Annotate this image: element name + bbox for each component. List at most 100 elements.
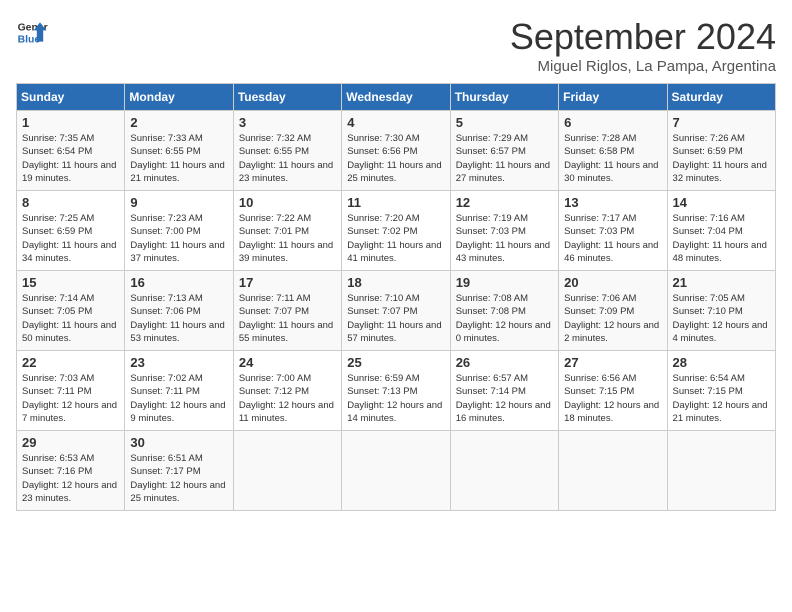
calendar-cell: 13 Sunrise: 7:17 AMSunset: 7:03 PMDaylig… — [559, 191, 667, 271]
cell-content: Sunrise: 7:20 AMSunset: 7:02 PMDaylight:… — [347, 212, 444, 265]
cell-content: Sunrise: 7:22 AMSunset: 7:01 PMDaylight:… — [239, 212, 336, 265]
cell-content: Sunrise: 7:32 AMSunset: 6:55 PMDaylight:… — [239, 132, 336, 185]
calendar-cell: 14 Sunrise: 7:16 AMSunset: 7:04 PMDaylig… — [667, 191, 775, 271]
calendar-cell: 15 Sunrise: 7:14 AMSunset: 7:05 PMDaylig… — [17, 271, 125, 351]
calendar-cell: 1 Sunrise: 7:35 AMSunset: 6:54 PMDayligh… — [17, 111, 125, 191]
day-number: 10 — [239, 195, 336, 210]
day-number: 16 — [130, 275, 227, 290]
cell-content: Sunrise: 7:00 AMSunset: 7:12 PMDaylight:… — [239, 372, 336, 425]
day-number: 25 — [347, 355, 444, 370]
cell-content: Sunrise: 7:13 AMSunset: 7:06 PMDaylight:… — [130, 292, 227, 345]
day-number: 7 — [673, 115, 770, 130]
col-header-sunday: Sunday — [17, 84, 125, 111]
day-number: 15 — [22, 275, 119, 290]
cell-content: Sunrise: 6:59 AMSunset: 7:13 PMDaylight:… — [347, 372, 444, 425]
calendar-cell: 12 Sunrise: 7:19 AMSunset: 7:03 PMDaylig… — [450, 191, 558, 271]
day-number: 2 — [130, 115, 227, 130]
col-header-tuesday: Tuesday — [233, 84, 341, 111]
page-header: General Blue September 2024 Miguel Riglo… — [16, 16, 776, 75]
calendar-cell: 10 Sunrise: 7:22 AMSunset: 7:01 PMDaylig… — [233, 191, 341, 271]
col-header-saturday: Saturday — [667, 84, 775, 111]
day-number: 30 — [130, 435, 227, 450]
col-header-wednesday: Wednesday — [342, 84, 450, 111]
day-number: 19 — [456, 275, 553, 290]
calendar-table: SundayMondayTuesdayWednesdayThursdayFrid… — [16, 83, 776, 511]
calendar-cell — [342, 431, 450, 511]
cell-content: Sunrise: 7:29 AMSunset: 6:57 PMDaylight:… — [456, 132, 553, 185]
calendar-cell — [559, 431, 667, 511]
calendar-cell: 18 Sunrise: 7:10 AMSunset: 7:07 PMDaylig… — [342, 271, 450, 351]
header-row: SundayMondayTuesdayWednesdayThursdayFrid… — [17, 84, 776, 111]
day-number: 12 — [456, 195, 553, 210]
calendar-cell: 3 Sunrise: 7:32 AMSunset: 6:55 PMDayligh… — [233, 111, 341, 191]
day-number: 23 — [130, 355, 227, 370]
calendar-cell: 26 Sunrise: 6:57 AMSunset: 7:14 PMDaylig… — [450, 351, 558, 431]
day-number: 17 — [239, 275, 336, 290]
cell-content: Sunrise: 6:51 AMSunset: 7:17 PMDaylight:… — [130, 452, 227, 505]
cell-content: Sunrise: 7:25 AMSunset: 6:59 PMDaylight:… — [22, 212, 119, 265]
cell-content: Sunrise: 7:03 AMSunset: 7:11 PMDaylight:… — [22, 372, 119, 425]
day-number: 11 — [347, 195, 444, 210]
cell-content: Sunrise: 7:02 AMSunset: 7:11 PMDaylight:… — [130, 372, 227, 425]
calendar-cell: 23 Sunrise: 7:02 AMSunset: 7:11 PMDaylig… — [125, 351, 233, 431]
calendar-cell: 19 Sunrise: 7:08 AMSunset: 7:08 PMDaylig… — [450, 271, 558, 351]
cell-content: Sunrise: 7:17 AMSunset: 7:03 PMDaylight:… — [564, 212, 661, 265]
cell-content: Sunrise: 7:33 AMSunset: 6:55 PMDaylight:… — [130, 132, 227, 185]
calendar-cell: 11 Sunrise: 7:20 AMSunset: 7:02 PMDaylig… — [342, 191, 450, 271]
calendar-cell: 30 Sunrise: 6:51 AMSunset: 7:17 PMDaylig… — [125, 431, 233, 511]
cell-content: Sunrise: 7:23 AMSunset: 7:00 PMDaylight:… — [130, 212, 227, 265]
col-header-thursday: Thursday — [450, 84, 558, 111]
location-title: Miguel Riglos, La Pampa, Argentina — [510, 58, 776, 75]
cell-content: Sunrise: 7:08 AMSunset: 7:08 PMDaylight:… — [456, 292, 553, 345]
day-number: 13 — [564, 195, 661, 210]
cell-content: Sunrise: 6:57 AMSunset: 7:14 PMDaylight:… — [456, 372, 553, 425]
day-number: 28 — [673, 355, 770, 370]
calendar-cell — [233, 431, 341, 511]
calendar-cell: 25 Sunrise: 6:59 AMSunset: 7:13 PMDaylig… — [342, 351, 450, 431]
col-header-monday: Monday — [125, 84, 233, 111]
cell-content: Sunrise: 7:06 AMSunset: 7:09 PMDaylight:… — [564, 292, 661, 345]
day-number: 5 — [456, 115, 553, 130]
calendar-cell: 28 Sunrise: 6:54 AMSunset: 7:15 PMDaylig… — [667, 351, 775, 431]
day-number: 1 — [22, 115, 119, 130]
calendar-cell: 4 Sunrise: 7:30 AMSunset: 6:56 PMDayligh… — [342, 111, 450, 191]
cell-content: Sunrise: 7:11 AMSunset: 7:07 PMDaylight:… — [239, 292, 336, 345]
week-row-2: 8 Sunrise: 7:25 AMSunset: 6:59 PMDayligh… — [17, 191, 776, 271]
week-row-3: 15 Sunrise: 7:14 AMSunset: 7:05 PMDaylig… — [17, 271, 776, 351]
calendar-cell: 22 Sunrise: 7:03 AMSunset: 7:11 PMDaylig… — [17, 351, 125, 431]
calendar-cell: 5 Sunrise: 7:29 AMSunset: 6:57 PMDayligh… — [450, 111, 558, 191]
cell-content: Sunrise: 7:16 AMSunset: 7:04 PMDaylight:… — [673, 212, 770, 265]
calendar-cell: 16 Sunrise: 7:13 AMSunset: 7:06 PMDaylig… — [125, 271, 233, 351]
calendar-cell: 6 Sunrise: 7:28 AMSunset: 6:58 PMDayligh… — [559, 111, 667, 191]
calendar-cell: 9 Sunrise: 7:23 AMSunset: 7:00 PMDayligh… — [125, 191, 233, 271]
calendar-cell: 17 Sunrise: 7:11 AMSunset: 7:07 PMDaylig… — [233, 271, 341, 351]
calendar-cell — [450, 431, 558, 511]
calendar-cell: 7 Sunrise: 7:26 AMSunset: 6:59 PMDayligh… — [667, 111, 775, 191]
cell-content: Sunrise: 7:35 AMSunset: 6:54 PMDaylight:… — [22, 132, 119, 185]
cell-content: Sunrise: 6:56 AMSunset: 7:15 PMDaylight:… — [564, 372, 661, 425]
cell-content: Sunrise: 7:28 AMSunset: 6:58 PMDaylight:… — [564, 132, 661, 185]
month-title: September 2024 — [510, 16, 776, 58]
calendar-cell: 2 Sunrise: 7:33 AMSunset: 6:55 PMDayligh… — [125, 111, 233, 191]
day-number: 18 — [347, 275, 444, 290]
calendar-cell: 20 Sunrise: 7:06 AMSunset: 7:09 PMDaylig… — [559, 271, 667, 351]
day-number: 20 — [564, 275, 661, 290]
col-header-friday: Friday — [559, 84, 667, 111]
day-number: 14 — [673, 195, 770, 210]
week-row-1: 1 Sunrise: 7:35 AMSunset: 6:54 PMDayligh… — [17, 111, 776, 191]
cell-content: Sunrise: 7:10 AMSunset: 7:07 PMDaylight:… — [347, 292, 444, 345]
calendar-cell: 8 Sunrise: 7:25 AMSunset: 6:59 PMDayligh… — [17, 191, 125, 271]
calendar-cell: 27 Sunrise: 6:56 AMSunset: 7:15 PMDaylig… — [559, 351, 667, 431]
day-number: 6 — [564, 115, 661, 130]
calendar-cell — [667, 431, 775, 511]
logo: General Blue — [16, 16, 48, 48]
cell-content: Sunrise: 6:54 AMSunset: 7:15 PMDaylight:… — [673, 372, 770, 425]
day-number: 24 — [239, 355, 336, 370]
day-number: 8 — [22, 195, 119, 210]
day-number: 21 — [673, 275, 770, 290]
title-block: September 2024 Miguel Riglos, La Pampa, … — [510, 16, 776, 75]
day-number: 26 — [456, 355, 553, 370]
calendar-cell: 24 Sunrise: 7:00 AMSunset: 7:12 PMDaylig… — [233, 351, 341, 431]
cell-content: Sunrise: 7:30 AMSunset: 6:56 PMDaylight:… — [347, 132, 444, 185]
week-row-5: 29 Sunrise: 6:53 AMSunset: 7:16 PMDaylig… — [17, 431, 776, 511]
